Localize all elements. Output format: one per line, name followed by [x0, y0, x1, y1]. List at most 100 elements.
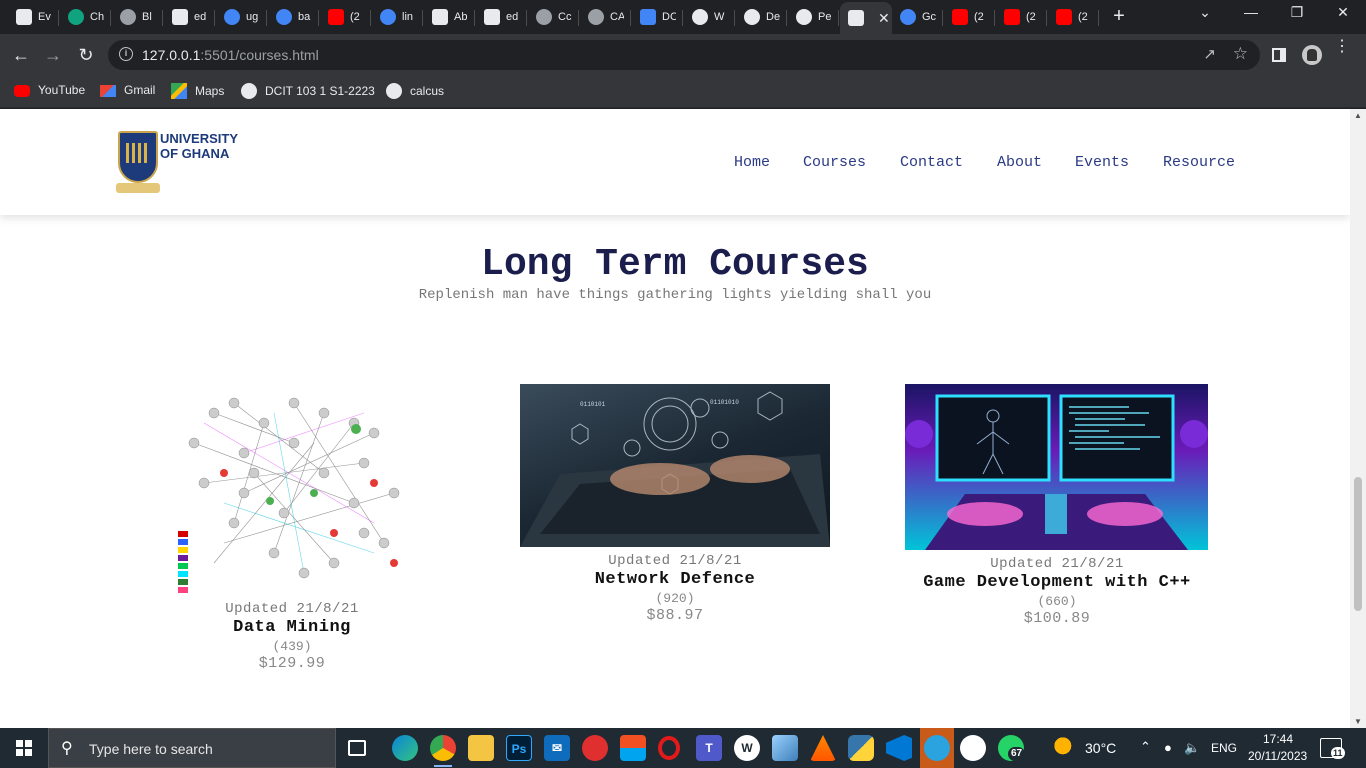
reload-button[interactable]: ↻ [73, 42, 99, 68]
scroll-down-icon[interactable]: ▼ [1354, 717, 1362, 726]
forward-button[interactable]: → [40, 42, 66, 68]
university-logo[interactable]: UNIVERSITY OF GHANA [116, 129, 238, 197]
browser-tab[interactable]: W [684, 4, 734, 30]
task-view-icon[interactable] [348, 740, 366, 756]
menu-icon[interactable]: ⋮ [1334, 39, 1350, 55]
browser-tab[interactable]: (2 [944, 4, 994, 30]
url-text[interactable]: 127.0.0.1:5501/courses.html [142, 47, 319, 63]
bookmark-maps[interactable]: Maps [171, 83, 224, 99]
browser-tab[interactable]: (2 [320, 4, 370, 30]
browser-tab[interactable]: CA [580, 4, 630, 30]
browser-tab[interactable]: ed [476, 4, 526, 30]
browser-tab[interactable]: ug [216, 4, 266, 30]
page-scrollbar[interactable]: ▲ ▼ [1350, 109, 1366, 728]
weather-temp[interactable]: 30°C [1085, 740, 1116, 756]
maximize-button[interactable]: ❐ [1274, 4, 1320, 21]
clock-time[interactable]: 17:44 [1263, 732, 1293, 746]
opera-icon[interactable] [658, 736, 680, 760]
taskbar-search[interactable]: ⚲ Type here to search [48, 728, 336, 768]
browser-tab[interactable]: Ch [60, 4, 110, 30]
address-bar[interactable]: i 127.0.0.1:5501/courses.html ↗ ☆ [108, 40, 1260, 70]
file-explorer-icon[interactable] [468, 735, 494, 761]
vscode-icon[interactable] [886, 735, 912, 761]
wordpress-icon[interactable]: W [734, 735, 760, 761]
site-info-icon[interactable]: i [119, 47, 133, 61]
tray-app-icon[interactable]: ● [1164, 740, 1172, 755]
store-icon[interactable] [620, 735, 646, 761]
close-window-button[interactable]: ✕ [1320, 4, 1366, 21]
browser-tab[interactable]: ba [268, 4, 318, 30]
browser-tab[interactable]: lin [372, 4, 422, 30]
nav-events[interactable]: Events [1075, 154, 1129, 171]
new-tab-button[interactable]: + [1108, 5, 1130, 28]
bookmark-youtube[interactable]: YouTube [14, 83, 85, 97]
profile-avatar[interactable] [1302, 45, 1322, 65]
course-card-network-defence[interactable]: Updated 21/8/21 Network Defence (920) $8… [545, 553, 805, 624]
scroll-up-icon[interactable]: ▲ [1354, 111, 1362, 120]
course-title[interactable]: Game Development with C++ [907, 573, 1207, 592]
app-icon[interactable] [772, 735, 798, 761]
course-title[interactable]: Data Mining [162, 618, 422, 637]
nav-home[interactable]: Home [734, 154, 770, 171]
browser-tab[interactable]: ed [164, 4, 214, 30]
whatsapp-icon[interactable]: 67 [998, 735, 1026, 761]
site-header: UNIVERSITY OF GHANA Home Courses Contact… [0, 109, 1350, 215]
browser-tab[interactable]: Ab [424, 4, 474, 30]
tab-label: DC [662, 11, 676, 23]
browser-tab[interactable]: (2 [1048, 4, 1098, 30]
telegram-taskbar-item[interactable] [920, 728, 954, 768]
nav-about[interactable]: About [997, 154, 1042, 171]
laptop-cyber-image[interactable]: 01101010 0110101 [520, 384, 830, 547]
bookmark-calcus[interactable]: calcus [386, 83, 444, 99]
weather-icon[interactable] [1054, 737, 1076, 759]
google-icon [380, 9, 396, 25]
python-icon[interactable] [848, 735, 874, 761]
browser-tab[interactable]: Bl [112, 4, 162, 30]
edge-icon[interactable] [392, 735, 418, 761]
photoshop-icon[interactable]: Ps [506, 735, 532, 761]
tab-separator [162, 10, 163, 26]
scrollbar-thumb[interactable] [1354, 477, 1362, 611]
minimize-button[interactable]: — [1228, 4, 1274, 20]
browser-tab[interactable]: Cc [528, 4, 578, 30]
side-panel-icon[interactable] [1272, 48, 1286, 62]
youtube-icon [952, 9, 968, 25]
chrome-icon[interactable] [430, 735, 456, 767]
browser-tab[interactable]: Pe [788, 4, 838, 30]
bookmark-dcit[interactable]: DCIT 103 1 S1-2223 [241, 83, 375, 99]
speaker-icon[interactable]: 🔈 [1184, 740, 1200, 756]
back-button[interactable]: ← [8, 42, 34, 68]
bookmark-gmail[interactable]: Gmail [100, 83, 155, 97]
network-graph-image[interactable] [174, 383, 414, 595]
browser-tab[interactable]: DC [632, 4, 682, 30]
browser-tab[interactable]: Ev [8, 4, 58, 30]
browser-tab[interactable]: ✕ [840, 2, 892, 34]
course-title[interactable]: Network Defence [545, 570, 805, 589]
gaming-setup-image[interactable] [905, 384, 1208, 550]
browser-tab[interactable]: Gc [892, 4, 942, 30]
course-card-data-mining[interactable]: Updated 21/8/21 Data Mining (439) $129.9… [162, 601, 422, 672]
tray-chevron-icon[interactable]: ⌃ [1140, 739, 1151, 755]
start-button[interactable] [0, 728, 48, 768]
nav-contact[interactable]: Contact [900, 154, 963, 171]
bookmark-star-icon[interactable]: ☆ [1233, 44, 1248, 64]
notification-center-icon[interactable]: 11 [1320, 738, 1345, 759]
nav-courses[interactable]: Courses [803, 154, 866, 171]
mail-icon[interactable]: ✉ [544, 735, 570, 761]
share-icon[interactable]: ↗ [1203, 45, 1216, 63]
browser-tab[interactable]: (2 [996, 4, 1046, 30]
tab-search-button[interactable]: ⌄ [1182, 4, 1228, 21]
course-count: (660) [1037, 594, 1077, 609]
language-indicator[interactable]: ENG [1211, 741, 1237, 755]
snipping-icon[interactable] [582, 735, 608, 761]
clock-date[interactable]: 20/11/2023 [1248, 749, 1307, 763]
close-tab-icon[interactable]: ✕ [878, 10, 890, 27]
course-card-game-development[interactable]: Updated 21/8/21 Game Development with C+… [907, 556, 1207, 627]
teams-icon[interactable]: T [696, 735, 722, 761]
browser-tab[interactable]: De [736, 4, 786, 30]
whatsapp-web-icon[interactable] [960, 735, 986, 761]
nav-resource[interactable]: Resource [1163, 154, 1235, 171]
vlc-icon[interactable] [810, 735, 836, 761]
crest-icon [118, 131, 158, 183]
tab-label: ba [298, 11, 311, 23]
